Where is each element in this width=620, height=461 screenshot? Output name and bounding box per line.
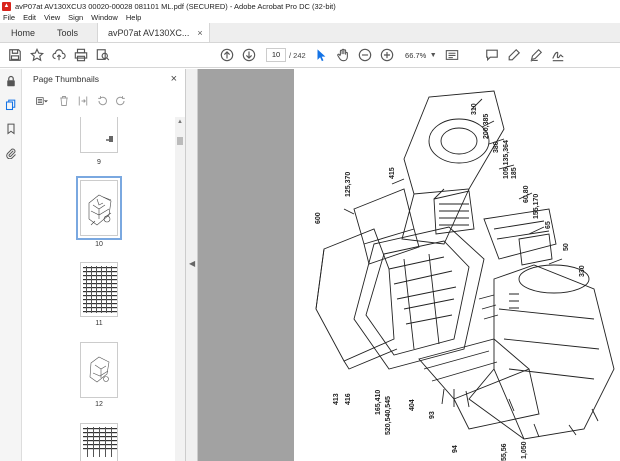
callout-label: 185	[511, 167, 518, 179]
callout-label: 1,050	[521, 441, 528, 459]
page-thumbnails-panel: Page Thumbnails × 9 10 11 12 ▲	[23, 69, 186, 461]
thumbnail-page-10-preview	[88, 194, 112, 226]
tab-home[interactable]: Home	[0, 23, 46, 42]
thumbnail-options-icon[interactable]	[31, 93, 53, 109]
bookmarks-icon[interactable]	[0, 117, 22, 141]
callout-label: 404	[409, 399, 416, 411]
comment-icon[interactable]	[483, 46, 501, 64]
zoom-out-icon[interactable]	[356, 46, 374, 64]
thumbnail-page-13-preview	[83, 427, 117, 457]
callout-label: 200,385	[483, 114, 490, 139]
bookmark-star-icon[interactable]	[28, 46, 46, 64]
acrobat-window: ▲ avP07at AV130XCU3 00020-00028 081101 M…	[0, 0, 620, 461]
draw-freehand-icon[interactable]	[527, 46, 545, 64]
thumbnail-page-9-preview	[106, 136, 113, 142]
document-view[interactable]: 310 200,385 380 105,135,364 185 60,80 15…	[198, 69, 620, 461]
extract-page-icon[interactable]	[75, 93, 91, 109]
rotate-left-icon[interactable]	[94, 93, 110, 109]
page-display-icon[interactable]	[443, 46, 461, 64]
exploded-parts-drawing: 310 200,385 380 105,135,364 185 60,80 15…	[315, 90, 615, 461]
previous-page-icon[interactable]	[218, 46, 236, 64]
panel-header: Page Thumbnails ×	[23, 69, 185, 89]
callout-label: 310	[471, 103, 478, 115]
title-bar: ▲ avP07at AV130XCU3 00020-00028 081101 M…	[0, 0, 620, 12]
menu-window[interactable]: Window	[91, 13, 118, 22]
callout-label: 416	[345, 393, 352, 405]
callout-label: 125,370	[345, 172, 352, 197]
callout-label: 520,540,545	[385, 396, 392, 435]
callout-label: 60,80	[523, 185, 530, 203]
next-page-icon[interactable]	[240, 46, 258, 64]
thumbnail-page-12[interactable]	[80, 342, 118, 398]
delete-page-icon[interactable]	[56, 93, 72, 109]
callout-label: 165,410	[375, 390, 382, 415]
callout-label: 93	[429, 411, 436, 419]
tab-document[interactable]: avP07at AV130XC... ×	[97, 23, 210, 42]
thumbnail-list: 9 10 11 12	[23, 117, 175, 461]
menu-view[interactable]: View	[44, 13, 60, 22]
menu-file[interactable]: File	[3, 13, 15, 22]
menu-help[interactable]: Help	[126, 13, 141, 22]
find-icon[interactable]	[94, 46, 112, 64]
thumbnail-page-11-preview	[83, 266, 117, 313]
pdf-page: 310 200,385 380 105,135,364 185 60,80 15…	[294, 69, 620, 461]
callout-label: 50	[563, 243, 570, 251]
panel-close-icon[interactable]: ×	[171, 73, 177, 85]
zoom-in-icon[interactable]	[378, 46, 396, 64]
thumbnail-scrollbar[interactable]: ▲	[175, 117, 185, 461]
cloud-upload-icon[interactable]	[50, 46, 68, 64]
navigation-rail	[0, 69, 22, 461]
tab-document-label: avP07at AV130XC...	[108, 27, 190, 38]
zoom-dropdown-chevron-icon[interactable]: ▼	[430, 52, 437, 59]
callout-label: 105,135,364	[503, 140, 510, 179]
acrobat-app-icon: ▲	[2, 1, 11, 11]
page-total: / 242	[289, 50, 306, 60]
callout-label: 65	[545, 221, 552, 229]
highlight-pen-icon[interactable]	[505, 46, 523, 64]
thumbnail-label-11: 11	[95, 320, 103, 327]
print-icon[interactable]	[72, 46, 90, 64]
tab-tools[interactable]: Tools	[46, 23, 89, 42]
menu-bar: File Edit View Sign Window Help	[0, 12, 620, 23]
thumbnail-page-10[interactable]	[76, 176, 122, 240]
callout-label: 415	[389, 167, 396, 179]
lock-icon[interactable]	[0, 69, 22, 93]
page-thumbnails-icon[interactable]	[0, 93, 22, 117]
thumbnail-page-12-preview	[89, 356, 110, 383]
callout-label: 94	[452, 445, 459, 453]
callout-label: 330	[579, 265, 586, 277]
thumbnail-label-9: 9	[97, 159, 101, 166]
collapse-panel-chevron-icon[interactable]: ◀	[189, 259, 195, 268]
callout-label: 380	[493, 141, 500, 153]
rotate-right-icon[interactable]	[113, 93, 129, 109]
window-title: avP07at AV130XCU3 00020-00028 081101 ML.…	[15, 1, 336, 11]
callout-label: 155,170	[533, 194, 540, 219]
tab-bar: Home Tools avP07at AV130XC... ×	[0, 23, 620, 43]
callout-label: 413	[333, 393, 340, 405]
menu-sign[interactable]: Sign	[68, 13, 83, 22]
thumbnail-page-9[interactable]	[80, 117, 118, 153]
fill-sign-icon[interactable]	[549, 46, 567, 64]
attachments-icon[interactable]	[0, 141, 22, 165]
callout-label: 600	[315, 212, 322, 224]
page-number-input[interactable]: 10	[266, 48, 286, 62]
thumbnail-page-11[interactable]	[80, 262, 118, 317]
menu-edit[interactable]: Edit	[23, 13, 36, 22]
scroll-up-icon[interactable]: ▲	[177, 119, 183, 125]
hand-tool-icon[interactable]	[334, 46, 352, 64]
thumbnail-label-10: 10	[95, 241, 103, 248]
tab-close-icon[interactable]: ×	[197, 28, 202, 38]
panel-splitter[interactable]: ◀	[186, 69, 198, 461]
main-toolbar: 10 / 242 66.7% ▼	[0, 43, 620, 68]
scrollbar-thumb[interactable]	[177, 137, 183, 145]
save-icon[interactable]	[6, 46, 24, 64]
panel-title: Page Thumbnails	[33, 74, 99, 84]
thumbnail-label-12: 12	[95, 401, 103, 408]
select-cursor-icon[interactable]	[312, 46, 330, 64]
thumbnail-page-13[interactable]	[80, 423, 118, 461]
zoom-level[interactable]: 66.7%	[402, 51, 430, 60]
panel-toolbar	[23, 89, 185, 113]
callout-label: 55,56	[501, 443, 508, 461]
